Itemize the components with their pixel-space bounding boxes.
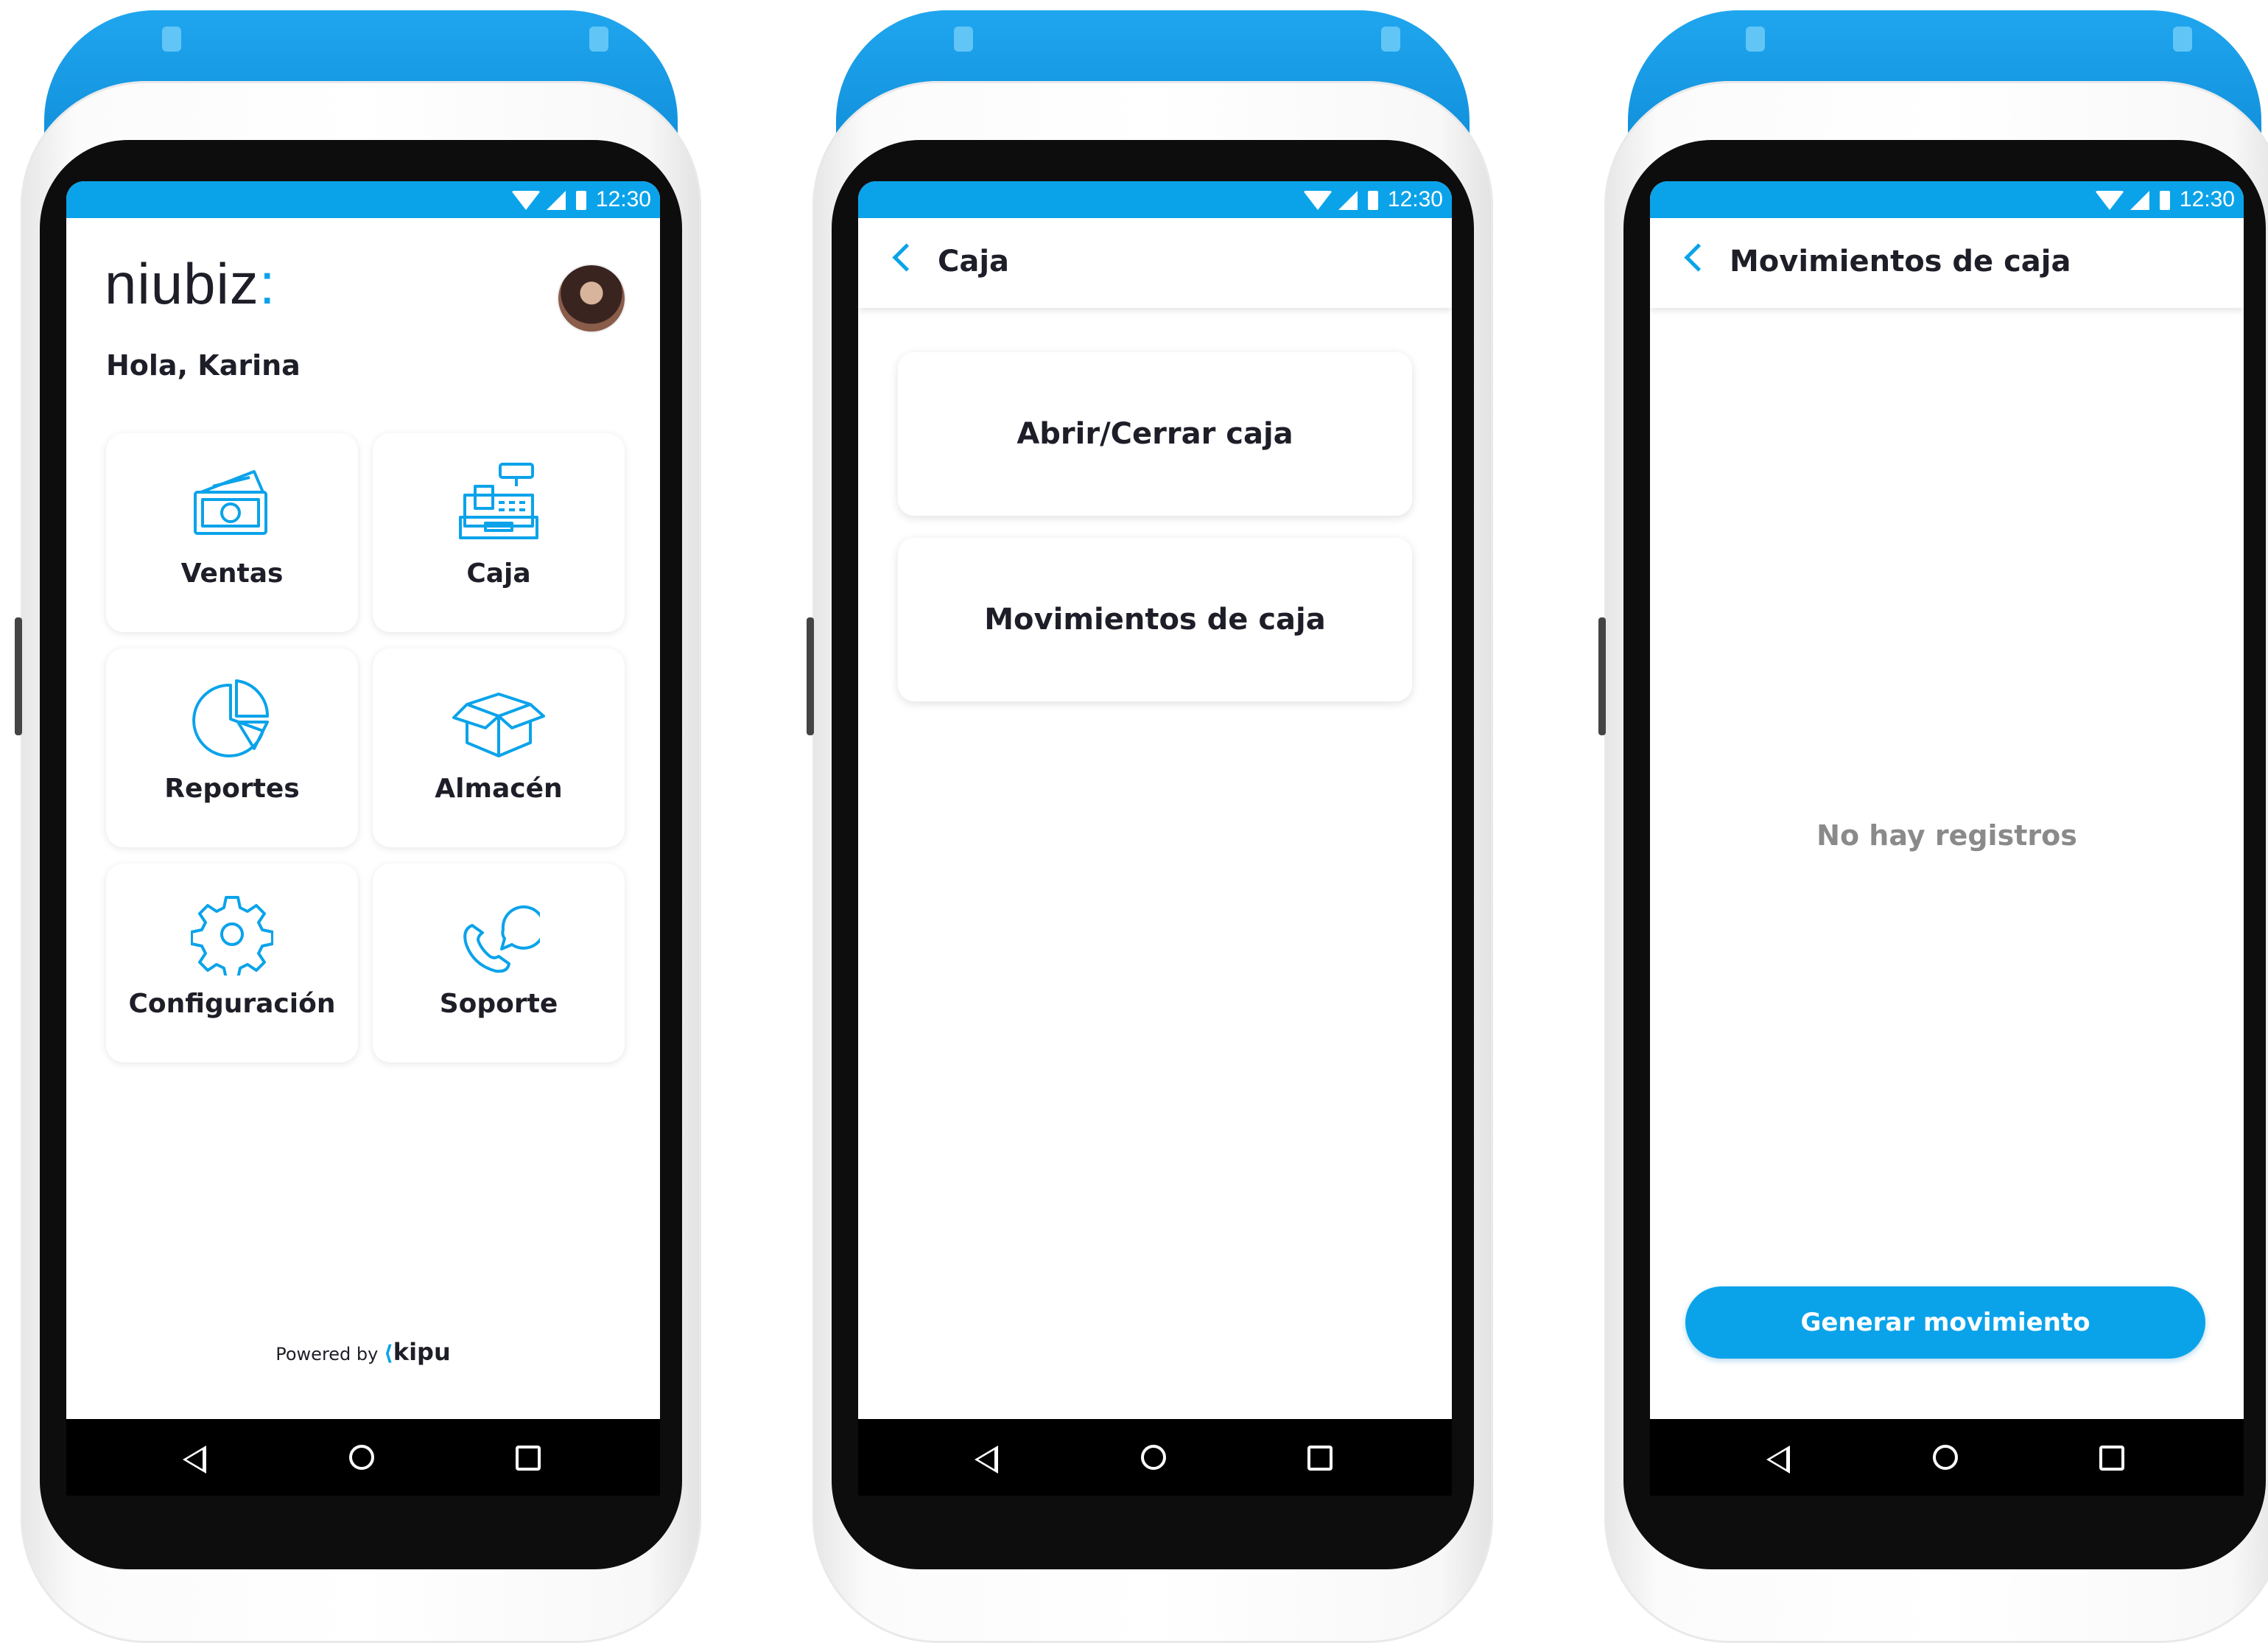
phone-caja: 12:30 Caja Abrir/Cerrar caja Movimientos… <box>807 0 1499 1643</box>
back-arrow-icon[interactable] <box>892 243 921 272</box>
status-time: 12:30 <box>1387 187 1443 211</box>
side-button <box>15 617 22 735</box>
kipu-brand: kipu <box>393 1338 451 1366</box>
battery-icon <box>576 191 586 210</box>
movimientos-de-caja-button[interactable]: Movimientos de caja <box>898 538 1412 701</box>
nav-recent-icon[interactable] <box>2099 1446 2124 1471</box>
tile-label: Almacén <box>435 774 563 804</box>
cap-notch <box>954 27 973 52</box>
nav-recent-icon[interactable] <box>1307 1446 1333 1471</box>
logo-text: niubiz <box>105 251 259 316</box>
box-icon <box>452 693 545 757</box>
app-bar: Movimientos de caja <box>1650 218 2244 308</box>
logo-colon: : <box>259 251 276 316</box>
tile-label: Ventas <box>180 558 284 589</box>
page-title: Caja <box>938 245 1010 278</box>
home-screen: 12:30 niubiz: Hola, Karina Ventas Caja R… <box>66 181 660 1419</box>
wifi-icon <box>511 191 541 210</box>
app-bar: Caja <box>858 218 1452 308</box>
tile-label: Configuración <box>128 989 336 1019</box>
abrir-cerrar-caja-button[interactable]: Abrir/Cerrar caja <box>898 352 1412 516</box>
signal-icon <box>1338 191 1358 210</box>
nav-home-icon[interactable] <box>1141 1445 1166 1470</box>
signal-icon <box>547 191 566 210</box>
wifi-icon <box>1303 191 1333 210</box>
nav-home-icon[interactable] <box>349 1445 374 1470</box>
tile-ventas[interactable]: Ventas <box>106 433 358 632</box>
gear-icon <box>191 896 273 975</box>
android-nav-bar <box>858 1419 1452 1496</box>
status-bar: 12:30 <box>1650 181 2244 218</box>
tile-label: Soporte <box>439 989 558 1019</box>
tile-soporte[interactable]: Soporte <box>373 863 625 1062</box>
powered-by-footer: Powered by ⟨kipu <box>66 1338 660 1366</box>
android-nav-bar <box>66 1419 660 1496</box>
nav-recent-icon[interactable] <box>516 1446 541 1471</box>
movimientos-screen: 12:30 Movimientos de caja No hay registr… <box>1650 181 2244 1419</box>
battery-icon <box>1368 191 1378 210</box>
page-title: Movimientos de caja <box>1730 245 2071 278</box>
tile-reportes[interactable]: Reportes <box>106 648 358 847</box>
cap-notch <box>1746 27 1765 52</box>
phone-home: 12:30 niubiz: Hola, Karina Ventas Caja R… <box>15 0 707 1643</box>
cap-notch <box>1381 27 1400 52</box>
cap-notch <box>162 27 181 52</box>
nav-back-icon[interactable] <box>975 1446 998 1474</box>
nav-back-icon[interactable] <box>183 1446 206 1474</box>
niubiz-logo: niubiz: <box>105 255 275 312</box>
status-time: 12:30 <box>595 187 651 211</box>
battery-icon <box>2160 191 2170 210</box>
side-button <box>807 617 814 735</box>
generar-movimiento-button[interactable]: Generar movimiento <box>1685 1286 2205 1359</box>
android-nav-bar <box>1650 1419 2244 1496</box>
caja-screen: 12:30 Caja Abrir/Cerrar caja Movimientos… <box>858 181 1452 1419</box>
tile-label: Reportes <box>164 774 300 804</box>
cap-notch <box>2173 27 2192 52</box>
status-bar: 12:30 <box>858 181 1452 218</box>
cash-register-icon <box>459 463 538 539</box>
status-bar: 12:30 <box>66 181 660 218</box>
side-button <box>1598 617 1606 735</box>
powered-by-text: Powered by <box>275 1344 379 1365</box>
wifi-icon <box>2095 191 2124 210</box>
phone-chat-icon <box>463 905 540 973</box>
tile-almacen[interactable]: Almacén <box>373 648 625 847</box>
tile-label: Caja <box>466 558 531 589</box>
kipu-mark-icon: ⟨ <box>384 1341 393 1365</box>
tile-configuracion[interactable]: Configuración <box>106 863 358 1062</box>
signal-icon <box>2130 191 2149 210</box>
nav-back-icon[interactable] <box>1766 1446 1790 1474</box>
empty-state-text: No hay registros <box>1816 819 2077 852</box>
tile-caja[interactable]: Caja <box>373 433 625 632</box>
nav-home-icon[interactable] <box>1933 1445 1958 1470</box>
pie-chart-icon <box>192 679 270 757</box>
status-time: 12:30 <box>2179 187 2235 211</box>
back-arrow-icon[interactable] <box>1684 243 1713 272</box>
greeting: Hola, Karina <box>106 349 301 382</box>
avatar[interactable] <box>557 264 626 333</box>
money-icon <box>194 470 267 535</box>
phone-movimientos: 12:30 Movimientos de caja No hay registr… <box>1598 0 2268 1643</box>
cap-notch <box>589 27 608 52</box>
